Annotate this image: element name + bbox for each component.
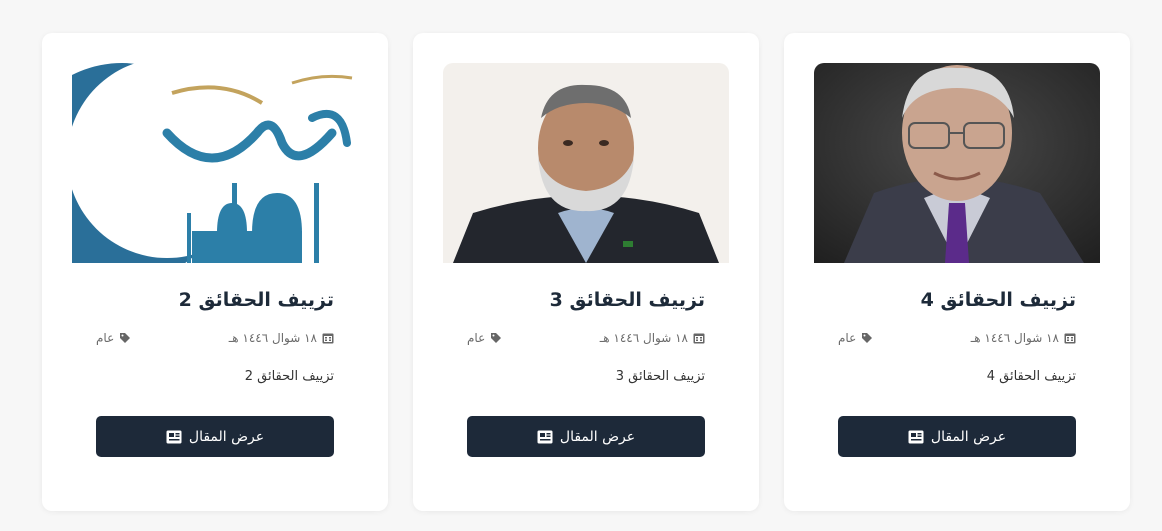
article-card: تزييف الحقائق 2 ١٨ شوال ١٤٤٦ هـ عام تزيي [42, 33, 388, 511]
view-article-button[interactable]: عرض المقال [96, 416, 334, 457]
article-meta: ١٨ شوال ١٤٤٦ هـ عام [96, 331, 334, 351]
calendar-icon [693, 333, 705, 344]
newspaper-icon [166, 430, 182, 443]
article-date-text: ١٨ شوال ١٤٤٦ هـ [599, 331, 688, 345]
article-date-text: ١٨ شوال ١٤٤٦ هـ [970, 331, 1059, 345]
article-excerpt: تزييف الحقائق 3 [615, 369, 705, 384]
article-title[interactable]: تزييف الحقائق 2 [179, 289, 334, 311]
view-article-button[interactable]: عرض المقال [838, 416, 1076, 457]
portrait-man-beard-image [443, 63, 729, 263]
article-excerpt: تزييف الحقائق 4 [986, 369, 1076, 384]
article-date: ١٨ شوال ١٤٤٦ هـ [229, 331, 334, 345]
article-date-text: ١٨ شوال ١٤٤٦ هـ [228, 331, 317, 345]
calendar-icon [322, 333, 334, 344]
calligraphy-mosque-image [72, 63, 358, 263]
portrait-elderly-man-image [814, 63, 1100, 263]
view-article-label: عرض المقال [930, 428, 1007, 445]
article-category[interactable]: عام [96, 331, 131, 345]
article-category-text: عام [467, 331, 486, 345]
article-category[interactable]: عام [467, 331, 502, 345]
view-article-label: عرض المقال [559, 428, 636, 445]
view-article-button[interactable]: عرض المقال [467, 416, 705, 457]
article-image[interactable] [443, 63, 729, 263]
tag-icon [120, 333, 131, 343]
article-title[interactable]: تزييف الحقائق 3 [550, 289, 705, 311]
article-card: تزييف الحقائق 3 ١٨ شوال ١٤٤٦ هـ عام تزيي [413, 33, 759, 511]
article-meta: ١٨ شوال ١٤٤٦ هـ عام [838, 331, 1076, 351]
article-category-text: عام [838, 331, 857, 345]
tag-icon [491, 333, 502, 343]
article-title[interactable]: تزييف الحقائق 4 [921, 289, 1076, 311]
article-category[interactable]: عام [838, 331, 873, 345]
view-article-label: عرض المقال [188, 428, 265, 445]
calendar-icon [1064, 333, 1076, 344]
newspaper-icon [537, 430, 553, 443]
article-card: تزييف الحقائق 4 ١٨ شوال ١٤٤٦ هـ عام تزيي [784, 33, 1130, 511]
article-excerpt: تزييف الحقائق 2 [244, 369, 334, 384]
article-image[interactable] [814, 63, 1100, 263]
article-date: ١٨ شوال ١٤٤٦ هـ [600, 331, 705, 345]
newspaper-icon [908, 430, 924, 443]
article-date: ١٨ شوال ١٤٤٦ هـ [971, 331, 1076, 345]
articles-grid: تزييف الحقائق 4 ١٨ شوال ١٤٤٦ هـ عام تزيي [40, 33, 1130, 511]
article-image[interactable] [72, 63, 358, 263]
article-meta: ١٨ شوال ١٤٤٦ هـ عام [467, 331, 705, 351]
article-category-text: عام [96, 331, 115, 345]
tag-icon [862, 333, 873, 343]
